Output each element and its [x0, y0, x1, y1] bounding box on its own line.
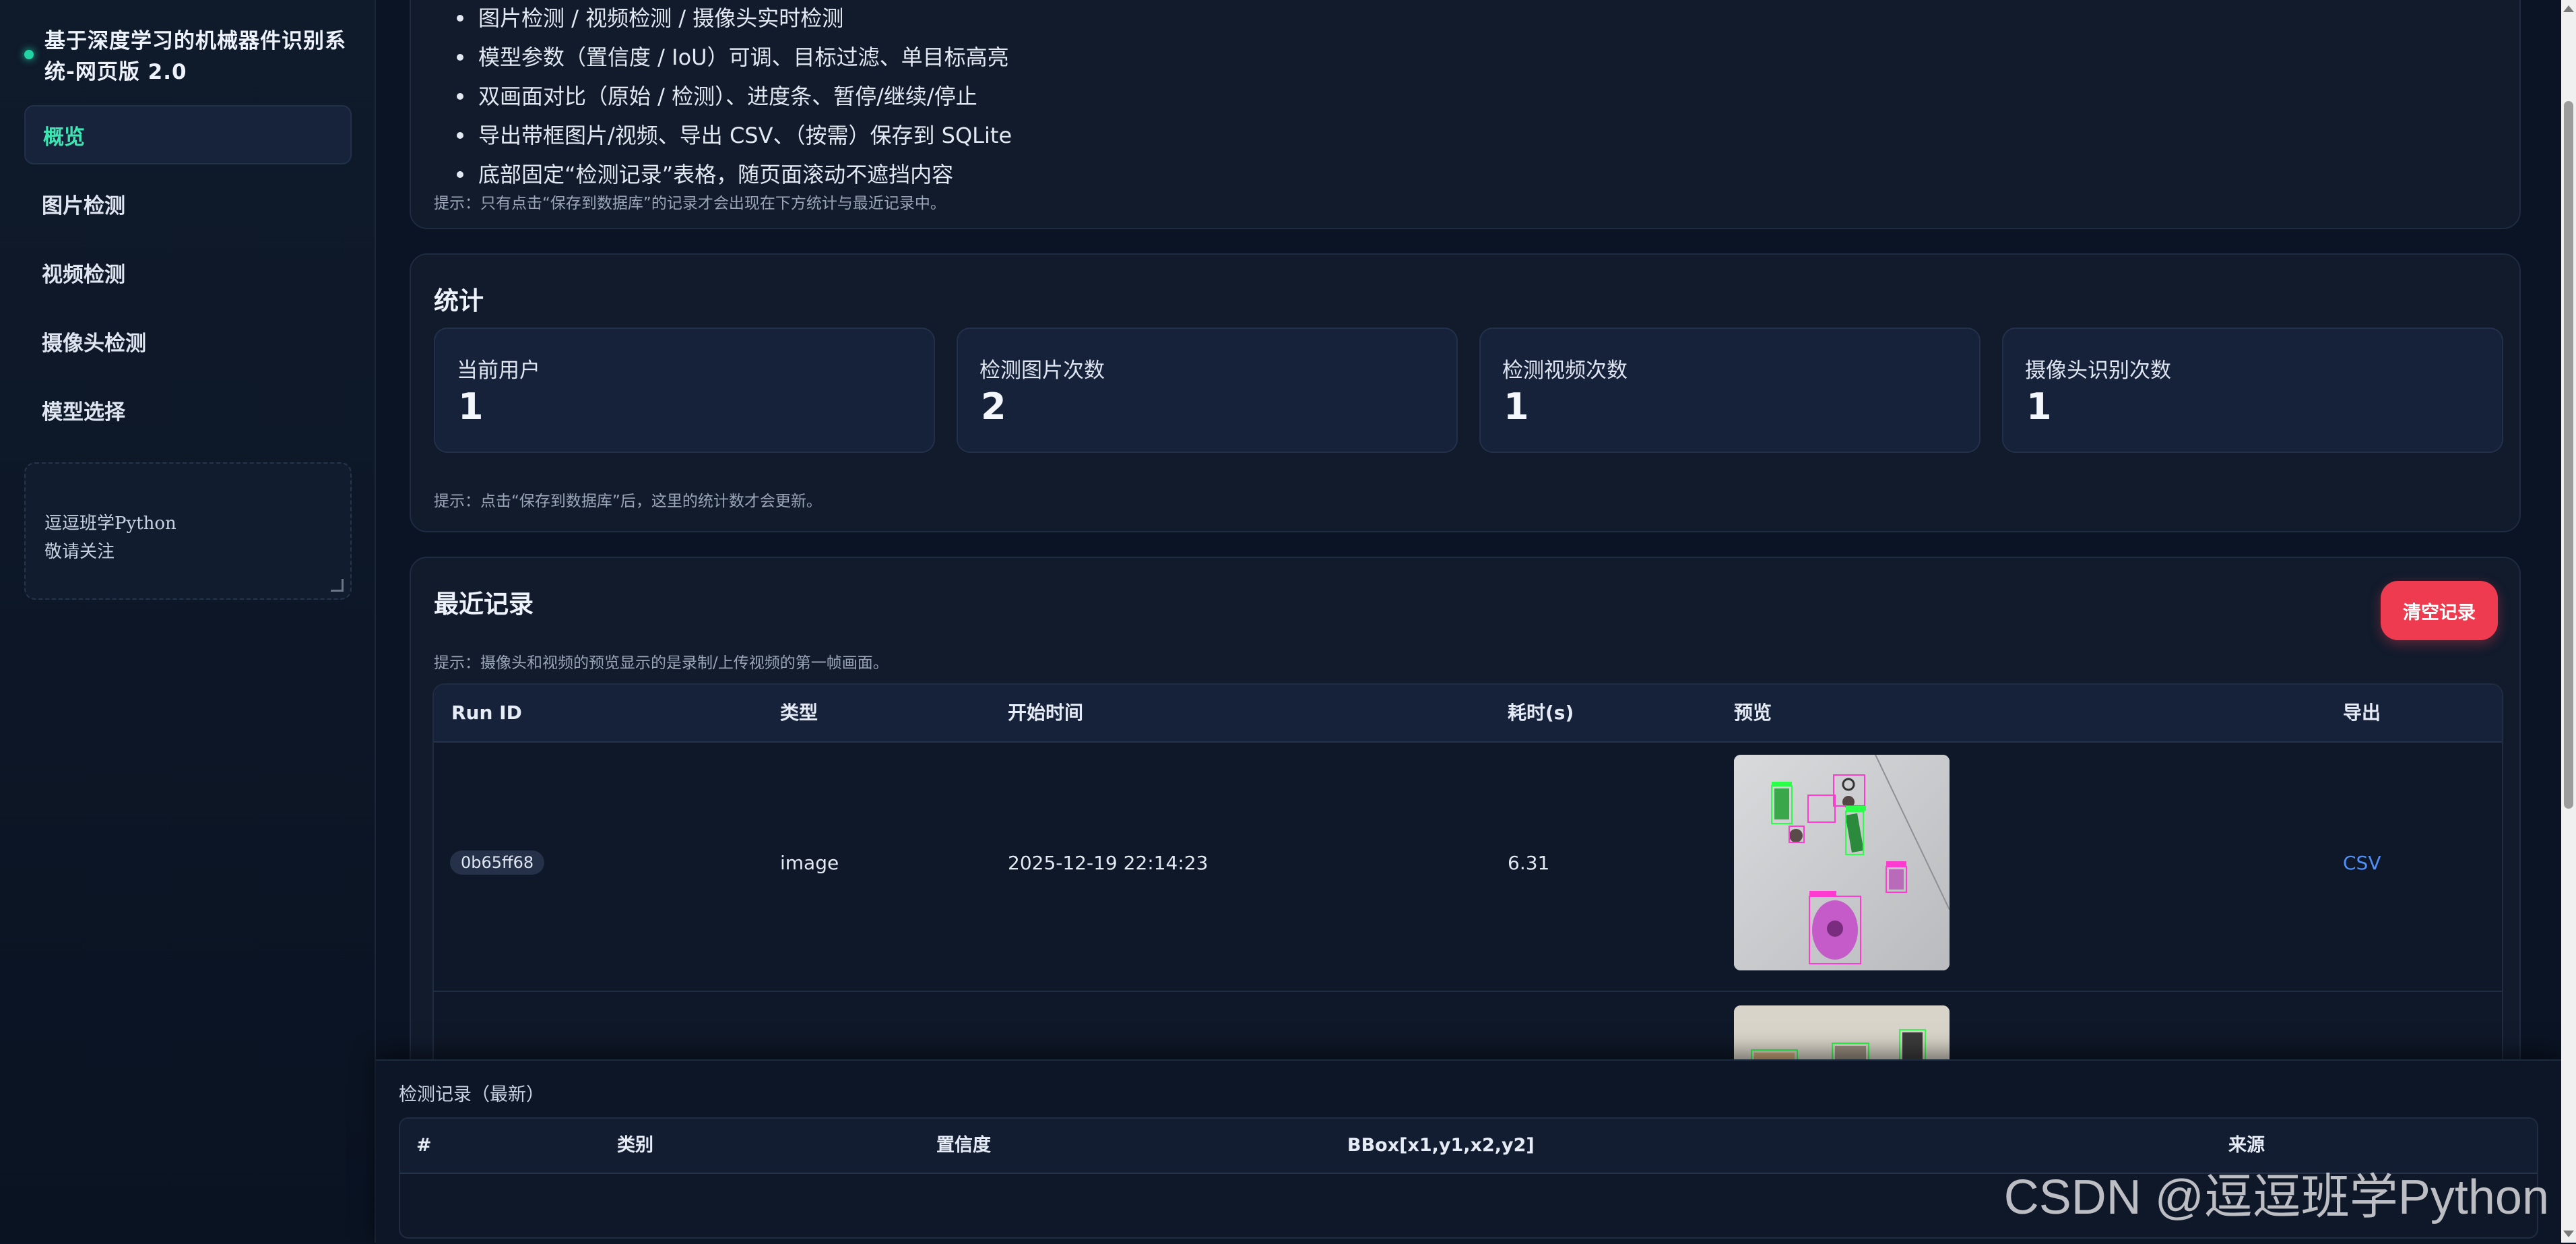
note-textarea[interactable]: 逗逗班学Python 敬请关注 — [24, 462, 352, 600]
stat-value: 1 — [2026, 385, 2052, 428]
table-header: Run ID 类型 开始时间 耗时(s) 预览 导出 — [434, 685, 2502, 743]
main-content: 图片检测 / 视频检测 / 摄像头实时检测 模型参数（置信度 / IoU）可调、… — [376, 0, 2561, 1243]
feature-list: 图片检测 / 视频检测 / 摄像头实时检测 模型参数（置信度 / IoU）可调、… — [478, 0, 1012, 194]
sidebar-item-overview[interactable]: 概览 — [24, 105, 352, 164]
stat-card-camera-count: 摄像头识别次数 1 — [2002, 328, 2503, 453]
note-text: 逗逗班学Python 敬请关注 — [44, 514, 176, 562]
column-header-type: 类型 — [780, 685, 818, 741]
stats-hint: 提示：点击“保存到数据库”后，这里的统计数才会更新。 — [434, 488, 822, 511]
scroll-up-arrow-icon[interactable] — [2563, 5, 2574, 12]
log-column-bbox: BBox[x1,y1,x2,y2] — [1347, 1119, 1535, 1173]
sidebar-item-image-detection[interactable]: 图片检测 — [24, 174, 352, 233]
export-csv-link[interactable]: CSV — [2343, 852, 2381, 874]
log-column-index: # — [416, 1119, 432, 1173]
run-id-badge: 0b65ff68 — [450, 850, 544, 875]
brand: 基于深度学习的机械器件识别系统-网页版 2.0 — [24, 26, 361, 88]
stat-value: 2 — [981, 385, 1006, 428]
recent-hint: 提示：摄像头和视频的预览显示的是录制/上传视频的第一帧画面。 — [434, 650, 889, 673]
column-header-preview: 预览 — [1734, 685, 1772, 741]
stat-label: 当前用户 — [457, 353, 540, 383]
column-header-duration: 耗时(s) — [1508, 685, 1574, 741]
stat-card-video-count: 检测视频次数 1 — [1479, 328, 1981, 453]
stat-value: 1 — [1504, 385, 1529, 428]
features-card: 图片检测 / 视频检测 / 摄像头实时检测 模型参数（置信度 / IoU）可调、… — [410, 0, 2521, 229]
table-row: 0b65ff68 image 2025-12-19 22:14:23 6.31 — [434, 741, 2502, 992]
sidebar-item-video-detection[interactable]: 视频检测 — [24, 243, 352, 302]
watermark: CSDN @逗逗班学Python — [2004, 1157, 2549, 1228]
scroll-down-arrow-icon[interactable] — [2563, 1231, 2574, 1237]
page-scrollbar[interactable] — [2561, 0, 2576, 1243]
sidebar-item-camera-detection[interactable]: 摄像头检测 — [24, 311, 352, 371]
status-dot-icon — [24, 50, 34, 59]
column-header-start-time: 开始时间 — [1008, 685, 1083, 741]
column-header-export: 导出 — [2343, 685, 2381, 741]
detection-log-title: 检测记录（最新） — [399, 1080, 544, 1106]
feature-item: 导出带框图片/视频、导出 CSV、（按需）保存到 SQLite — [478, 116, 1012, 155]
preview-image — [1734, 755, 1950, 970]
log-column-confidence: 置信度 — [936, 1119, 991, 1173]
stat-value: 1 — [458, 385, 484, 428]
preview-thumbnail[interactable] — [1734, 755, 1950, 970]
scroll-thumb[interactable] — [2564, 101, 2573, 809]
stat-label: 检测图片次数 — [979, 353, 1105, 383]
log-column-class: 类别 — [617, 1119, 653, 1173]
feature-item: 双画面对比（原始 / 检测）、进度条、暂停/继续/停止 — [478, 77, 1012, 116]
clear-records-button[interactable]: 清空记录 — [2381, 581, 2498, 640]
row-duration: 6.31 — [1508, 852, 1549, 874]
resize-handle-icon[interactable] — [331, 579, 344, 592]
stat-label: 检测视频次数 — [1502, 353, 1628, 383]
stat-card-current-user: 当前用户 1 — [434, 328, 935, 453]
features-hint: 提示：只有点击“保存到数据库”的记录才会出现在下方统计与最近记录中。 — [434, 190, 946, 213]
feature-item: 底部固定“检测记录”表格，随页面滚动不遮挡内容 — [478, 155, 1012, 194]
feature-item: 图片检测 / 视频检测 / 摄像头实时检测 — [478, 0, 1012, 38]
sidebar-nav: 概览 图片检测 视频检测 摄像头检测 模型选择 — [24, 105, 352, 449]
stats-title: 统计 — [434, 280, 484, 317]
row-start-time: 2025-12-19 22:14:23 — [1008, 852, 1208, 874]
stat-label: 摄像头识别次数 — [2025, 353, 2171, 383]
stats-card: 统计 当前用户 1 检测图片次数 2 检测视频次数 1 摄像头识别次数 1 提示… — [410, 253, 2521, 532]
feature-item: 模型参数（置信度 / IoU）可调、目标过滤、单目标高亮 — [478, 38, 1012, 77]
column-header-run-id: Run ID — [451, 685, 522, 741]
recent-title: 最近记录 — [434, 584, 534, 620]
sidebar: 基于深度学习的机械器件识别系统-网页版 2.0 概览 图片检测 视频检测 摄像头… — [0, 0, 376, 1243]
app-title: 基于深度学习的机械器件识别系统-网页版 2.0 — [44, 26, 361, 88]
row-type: image — [780, 852, 839, 874]
sidebar-item-model-selection[interactable]: 模型选择 — [24, 380, 352, 439]
stat-card-image-count: 检测图片次数 2 — [957, 328, 1458, 453]
